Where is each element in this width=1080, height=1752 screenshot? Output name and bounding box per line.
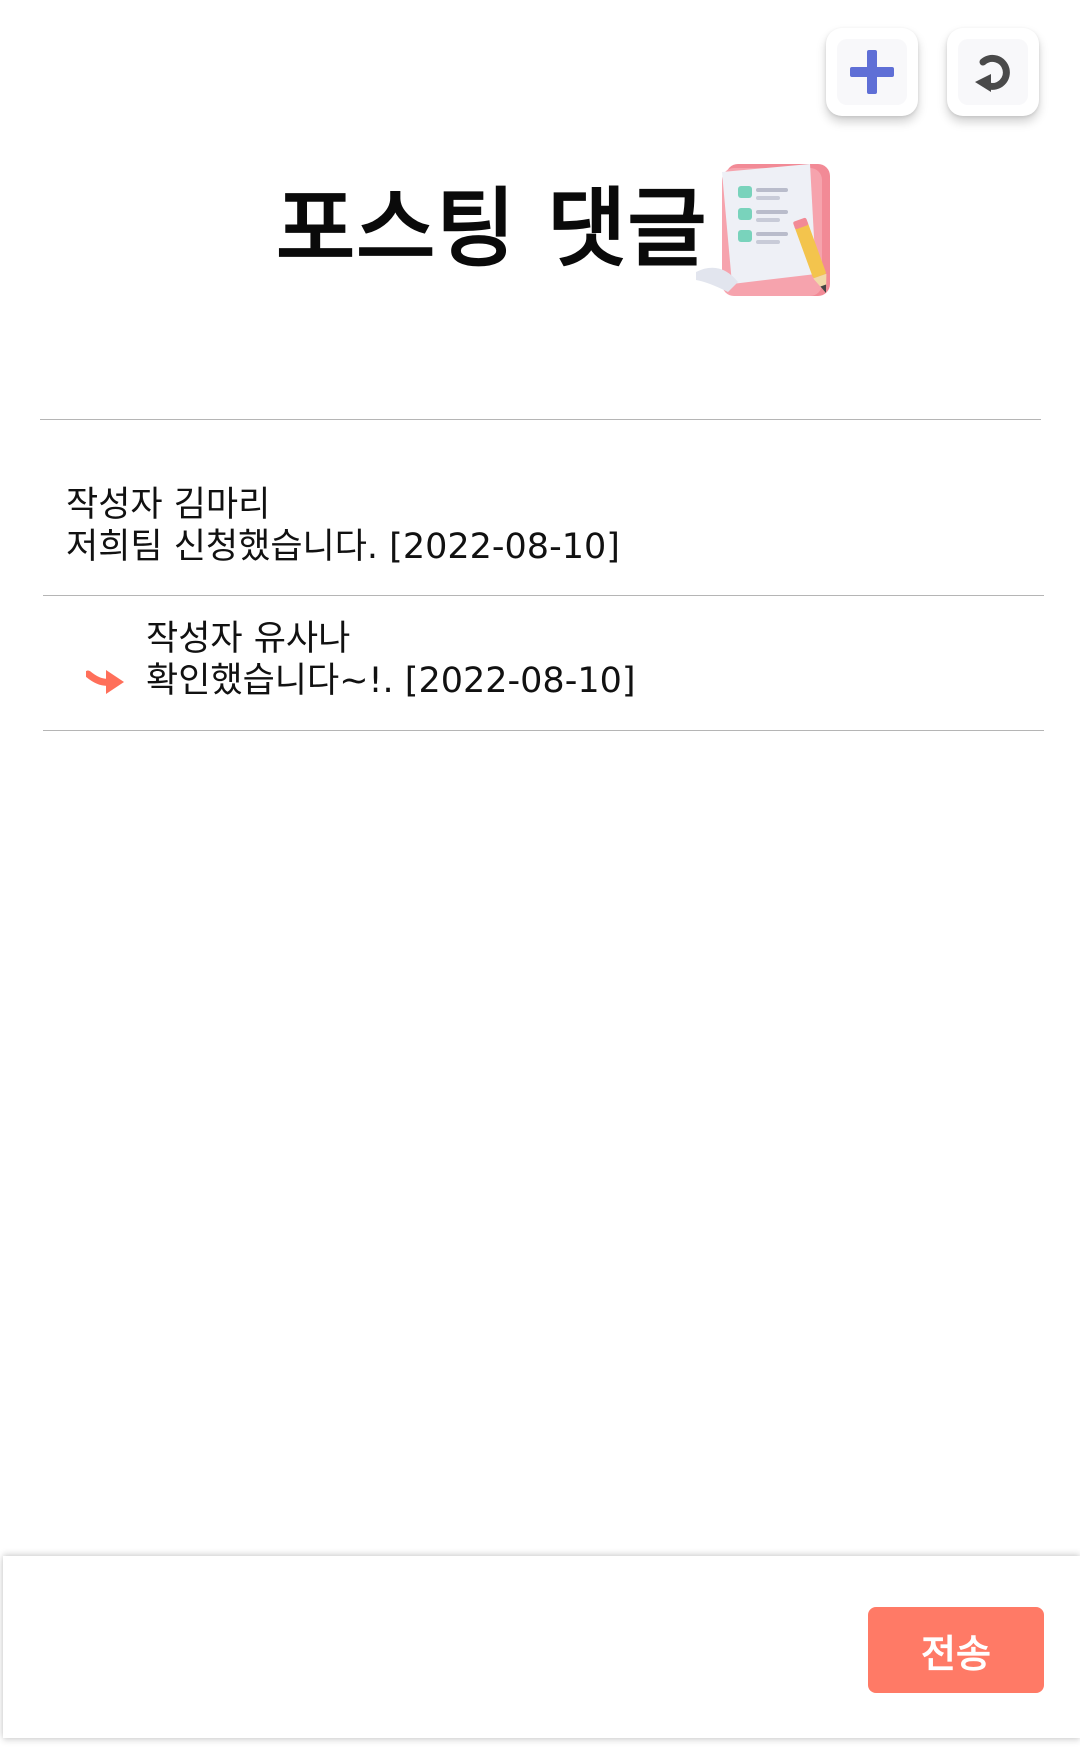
plus-icon [850, 50, 894, 94]
divider [43, 730, 1044, 731]
comment-input[interactable] [13, 1576, 857, 1718]
divider [40, 419, 1041, 420]
send-button[interactable]: 전송 [868, 1607, 1044, 1693]
page-title: 포스팅 댓글 [276, 179, 708, 279]
comment-item: 작성자 김마리 저희팀 신청했습니다. [2022-08-10] [66, 484, 620, 568]
comment-author: 작성자 유사나 [146, 619, 351, 659]
comment-composer: 전송 [3, 1556, 1080, 1738]
undo-icon [975, 54, 1010, 92]
add-button[interactable] [826, 28, 918, 116]
checklist-icon [696, 164, 830, 296]
comment-author: 작성자 김마리 [66, 485, 271, 525]
reply-item: 작성자 유사나 확인했습니다~!. [2022-08-10] [146, 618, 636, 702]
add-button-face [837, 39, 907, 105]
undo-button[interactable] [947, 28, 1039, 116]
title-area: 포스팅 댓글 [0, 150, 1080, 310]
comment-text: 확인했습니다~!. [2022-08-10] [146, 661, 636, 701]
reply-arrow-icon [86, 670, 124, 694]
comment-text: 저희팀 신청했습니다. [2022-08-10] [66, 527, 620, 567]
divider [43, 595, 1044, 596]
undo-button-face [958, 39, 1028, 105]
